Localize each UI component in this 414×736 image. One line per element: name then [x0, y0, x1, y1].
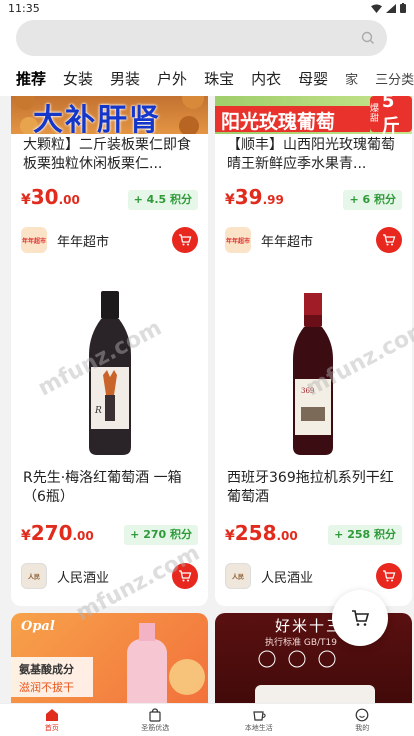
product-image: 阳光玫瑰葡萄 爆甜 5斤 — [215, 96, 412, 137]
tab-jewelry[interactable]: 珠宝 — [204, 68, 234, 89]
shop-name: 人民酒业 — [57, 570, 110, 586]
tab-label: 首页 — [44, 723, 59, 732]
status-time: 11:35 — [8, 1, 40, 15]
shop-name: 年年超市 — [57, 234, 110, 250]
tab-home[interactable]: 首页 — [0, 704, 104, 736]
tab-outdoor[interactable]: 户外 — [157, 68, 187, 89]
tab-baby[interactable]: 母婴 — [298, 68, 328, 89]
cart-icon — [352, 610, 370, 626]
svg-text:R: R — [94, 406, 102, 416]
status-bar: 11:35 — [0, 0, 414, 16]
product-image: R — [11, 275, 208, 463]
points-badge: + 4.5 积分 — [127, 190, 198, 210]
cart-icon — [383, 234, 396, 246]
tab-label: 圣筋优选 — [141, 723, 170, 732]
product-price: ¥39.99 — [225, 185, 284, 209]
product-card[interactable]: 369 西班牙369拖拉机系列干红葡萄酒 ¥258.00 + 258 积分 人民… — [215, 275, 412, 606]
status-icons — [371, 3, 406, 13]
product-price: ¥258.00 — [225, 521, 298, 545]
floating-cart-button[interactable] — [332, 590, 388, 646]
tab-local-life[interactable]: 本地生活 — [207, 704, 311, 736]
tab-women[interactable]: 女装 — [63, 68, 93, 89]
shop-info[interactable]: 年年超市 年年超市 — [225, 227, 313, 253]
banner-brand: Opal — [21, 619, 55, 634]
add-to-cart-button[interactable] — [172, 227, 198, 253]
shop-name: 人民酒业 — [261, 570, 314, 586]
shop-logo: 年年超市 — [225, 227, 251, 253]
points-badge: + 6 积分 — [343, 190, 402, 210]
cart-icon — [179, 234, 192, 246]
shopping-bag-icon — [149, 707, 161, 722]
product-title[interactable]: 西班牙369拖拉机系列干红葡萄酒 — [227, 469, 400, 507]
search-icon[interactable] — [361, 31, 375, 45]
tab-profile[interactable]: 我的 — [311, 704, 414, 736]
product-card[interactable]: R R先生·梅洛红葡萄酒 一箱（6瓶） ¥270.00 + 270 积分 人民 … — [11, 275, 208, 606]
shop-logo: 人民 — [225, 563, 251, 589]
tab-all-categories[interactable]: 三分类 — [375, 69, 414, 88]
banner-text: 大补肝肾 — [33, 103, 161, 138]
tab-recommend[interactable]: 推荐 — [16, 68, 46, 89]
wine-bottle-image: R — [89, 291, 131, 455]
header: 推荐 女装 男装 户外 珠宝 内衣 母婴 家 三分类 — [0, 16, 414, 96]
banner-badge: 爆甜 5斤 — [370, 96, 412, 137]
category-tabs: 推荐 女装 男装 户外 珠宝 内衣 母婴 家 三分类 — [0, 60, 414, 96]
product-image: 369 — [215, 275, 412, 463]
tab-label: 我的 — [355, 723, 370, 732]
signal-icon — [386, 3, 396, 13]
product-title[interactable]: 大颗粒】二斤装板栗仁即食板栗独粒休闲板栗仁... — [23, 136, 196, 174]
home-icon — [45, 708, 58, 721]
product-title[interactable]: 【顺丰】山西阳光玫瑰葡萄晴王新鲜应季水果青... — [227, 136, 400, 174]
product-card[interactable]: Opal 氨基酸成分 滋润不拔干 — [11, 613, 208, 703]
wine-bottle-image: 369 — [293, 293, 333, 455]
points-badge: + 270 积分 — [124, 525, 198, 545]
product-price: ¥30.00 — [21, 185, 80, 209]
tab-label: 本地生活 — [244, 723, 273, 732]
svg-text:369: 369 — [301, 387, 314, 395]
wifi-icon — [371, 3, 382, 13]
coffee-cup-icon — [253, 710, 266, 721]
add-to-cart-button[interactable] — [172, 563, 198, 589]
shop-name: 年年超市 — [261, 234, 314, 250]
battery-icon — [400, 3, 406, 13]
product-image: 大补肝肾 — [11, 96, 208, 138]
shop-info[interactable]: 年年超市 年年超市 — [21, 227, 109, 253]
cart-icon — [383, 570, 396, 582]
shop-logo: 人民 — [21, 563, 47, 589]
banner-text: 阳光玫瑰葡萄 — [221, 111, 336, 133]
shop-logo: 年年超市 — [21, 227, 47, 253]
shop-info[interactable]: 人民 人民酒业 — [225, 563, 313, 589]
cart-icon — [179, 570, 192, 582]
product-title[interactable]: R先生·梅洛红葡萄酒 一箱（6瓶） — [23, 469, 196, 507]
add-to-cart-button[interactable] — [376, 563, 402, 589]
search-bar[interactable] — [16, 20, 387, 56]
tab-selected[interactable]: 圣筋优选 — [104, 704, 208, 736]
tab-home[interactable]: 家 — [345, 69, 358, 88]
product-image: Opal 氨基酸成分 滋润不拔干 — [11, 613, 208, 703]
shop-info[interactable]: 人民 人民酒业 — [21, 563, 109, 589]
product-price: ¥270.00 — [21, 521, 94, 545]
add-to-cart-button[interactable] — [376, 227, 402, 253]
bottom-tab-bar: 首页 圣筋优选 本地生活 我的 — [0, 703, 414, 736]
points-badge: + 258 积分 — [328, 525, 402, 545]
tab-men[interactable]: 男装 — [110, 68, 140, 89]
tab-underwear[interactable]: 内衣 — [251, 68, 281, 89]
banner-label: 氨基酸成分 滋润不拔干 — [11, 657, 93, 697]
smiley-face-icon — [355, 708, 369, 721]
